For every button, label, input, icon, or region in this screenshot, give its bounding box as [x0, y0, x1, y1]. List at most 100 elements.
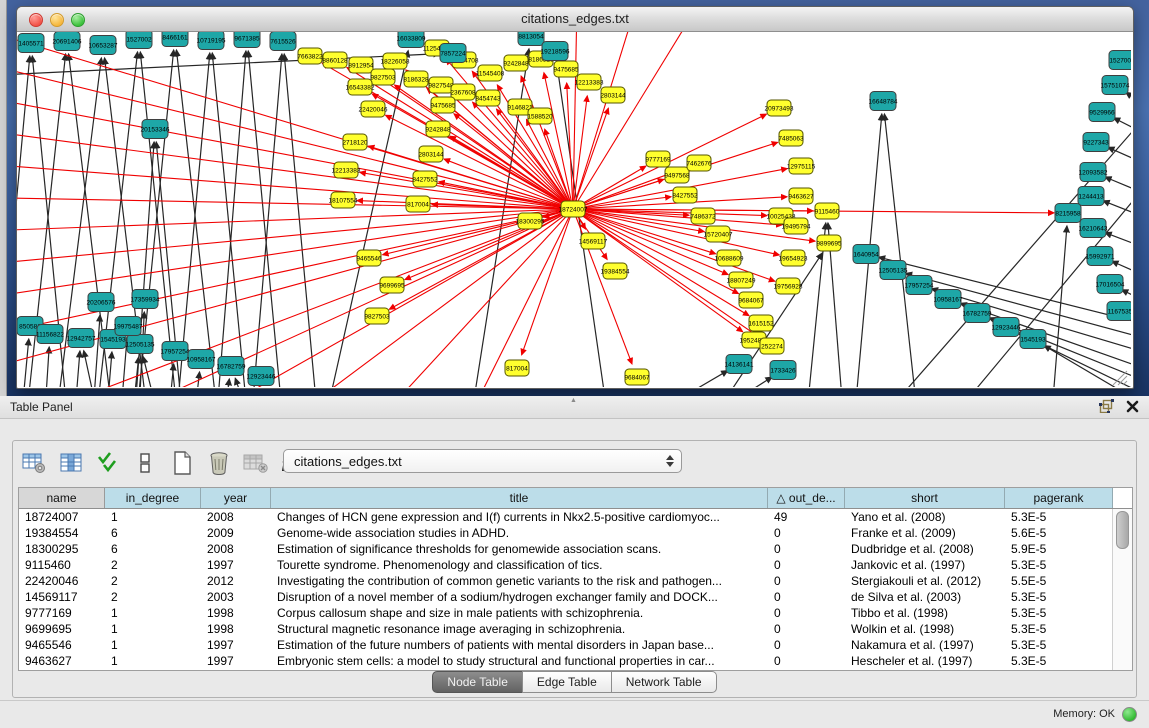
window-resize-grip[interactable]	[1113, 371, 1127, 385]
network-node[interactable]: 7486372	[690, 208, 716, 224]
network-node[interactable]: 19384554	[601, 263, 630, 279]
network-node[interactable]: 19218596	[541, 42, 570, 61]
network-node[interactable]: 8466161	[162, 32, 188, 47]
table-row[interactable]: 1938455462009Genome-wide association stu…	[19, 525, 1113, 541]
network-node[interactable]: 12505135	[126, 335, 155, 354]
network-node[interactable]: 2367608	[450, 84, 476, 100]
network-node[interactable]: 8186328	[403, 71, 429, 87]
column-header-pagerank[interactable]: pagerank	[1005, 488, 1113, 508]
network-node[interactable]: 7615526	[270, 32, 296, 51]
network-node[interactable]: 2718120	[342, 134, 368, 150]
network-node[interactable]: 7462676	[686, 155, 712, 171]
network-node[interactable]: 9777169	[645, 151, 671, 167]
table-row[interactable]: 969969511998Structural magnetic resonanc…	[19, 621, 1113, 637]
network-node[interactable]: 16210643	[1079, 219, 1108, 238]
network-node[interactable]: 9242848	[503, 55, 529, 71]
column-header-short[interactable]: short	[845, 488, 1005, 508]
column-header-name[interactable]: name	[19, 488, 105, 508]
network-node[interactable]: 20691406	[53, 32, 82, 51]
network-node[interactable]: 12213383	[332, 162, 361, 178]
network-node[interactable]: 16648784	[869, 92, 898, 111]
table-row[interactable]: 946554611997Estimation of the future num…	[19, 637, 1113, 653]
network-node[interactable]: 8215958	[1055, 204, 1081, 223]
table-row[interactable]: 2242004622012Investigating the contribut…	[19, 573, 1113, 589]
column-header-year[interactable]: year	[201, 488, 271, 508]
table-row[interactable]: 1830029562008Estimation of significance …	[19, 541, 1113, 557]
network-node[interactable]: 1405571	[18, 34, 44, 53]
network-node[interactable]: 1615152	[748, 315, 774, 331]
network-node[interactable]: 19975487	[114, 317, 143, 336]
network-node[interactable]: 17359934	[131, 290, 160, 309]
network-node[interactable]: 8813054	[518, 32, 544, 46]
network-node[interactable]: 9227343	[1083, 133, 1109, 152]
network-node[interactable]: 12213383	[575, 74, 604, 90]
tab-edge-table[interactable]: Edge Table	[522, 671, 612, 693]
network-node[interactable]: 12942757	[67, 329, 96, 348]
delete-table-icon[interactable]	[243, 450, 269, 476]
network-node[interactable]: 10688609	[715, 250, 744, 266]
float-window-icon[interactable]	[1099, 399, 1114, 418]
network-node[interactable]: 9242848	[425, 121, 451, 137]
network-node[interactable]: 14569117	[579, 233, 608, 249]
network-node[interactable]: 9497568	[664, 167, 690, 183]
network-node[interactable]: 2803144	[600, 87, 626, 103]
network-node[interactable]: 10719195	[197, 32, 226, 50]
table-row[interactable]: 911546021997Tourette syndrome. Phenomeno…	[19, 557, 1113, 573]
column-header-out_de[interactable]: △ out_de...	[768, 488, 845, 508]
network-node[interactable]: 817004	[406, 196, 430, 212]
network-node[interactable]: 1167535	[1107, 302, 1131, 321]
network-node[interactable]: 20206576	[87, 293, 116, 312]
table-row[interactable]: 977716911998Corpus callosum shape and si…	[19, 605, 1113, 621]
network-canvas[interactable]: 1872400776638228860128891295418226058982…	[17, 32, 1131, 387]
network-node[interactable]: 9475685	[430, 97, 456, 113]
network-node[interactable]: 8912954	[348, 57, 374, 73]
network-node[interactable]: 9827503	[370, 69, 396, 85]
network-node[interactable]: 20973493	[765, 100, 794, 116]
network-node[interactable]: 10958167	[187, 350, 216, 369]
network-node[interactable]: 19756928	[774, 278, 803, 294]
network-node[interactable]: 12093582	[1079, 163, 1108, 182]
network-node[interactable]: 1588520	[527, 108, 553, 124]
column-header-title[interactable]: title	[271, 488, 768, 508]
table-selector-dropdown[interactable]: citations_edges.txt	[283, 449, 682, 473]
network-node[interactable]: 9699695	[379, 277, 405, 293]
network-node[interactable]: 22420046	[359, 101, 388, 117]
network-node[interactable]: 16782759	[963, 304, 992, 323]
network-node[interactable]: 1527002	[126, 32, 152, 49]
show-columns-icon[interactable]	[58, 450, 84, 476]
network-node[interactable]: 16543382	[346, 79, 375, 95]
network-node[interactable]: 9463627	[788, 188, 814, 204]
network-node[interactable]: 9115460	[815, 203, 840, 219]
network-node[interactable]: 17016504	[1096, 275, 1125, 294]
network-view-window[interactable]: citations_edges.txt 18724007766382288601…	[16, 6, 1134, 389]
network-node[interactable]: 15992971	[1086, 247, 1115, 266]
network-node[interactable]: 1733426	[770, 361, 796, 380]
network-node[interactable]: 17957254	[905, 276, 934, 295]
clear-selection-icon[interactable]	[132, 450, 158, 476]
network-node[interactable]: 12923446	[247, 367, 276, 386]
table-row[interactable]: 1456911722003Disruption of a novel membe…	[19, 589, 1113, 605]
network-node[interactable]: 11156822	[36, 325, 64, 344]
table-settings-icon[interactable]	[21, 450, 47, 476]
network-node[interactable]: 8427552	[412, 171, 438, 187]
network-node[interactable]: 8860128	[322, 52, 348, 68]
network-node[interactable]: 14136141	[725, 355, 754, 374]
table-vertical-scrollbar[interactable]	[1112, 509, 1132, 670]
network-node[interactable]: 1545193	[1020, 330, 1046, 349]
network-node[interactable]: 11545408	[476, 65, 505, 81]
network-node[interactable]: 18807249	[727, 272, 756, 288]
network-node[interactable]: 9529966	[1089, 103, 1115, 122]
network-node[interactable]: 817004	[505, 360, 529, 376]
network-node[interactable]: 1640954	[853, 245, 879, 264]
network-node[interactable]: 15751074	[1101, 76, 1130, 95]
network-node[interactable]: 9827503	[364, 308, 390, 324]
network-node[interactable]: 17957254	[161, 342, 190, 361]
tab-network-table[interactable]: Network Table	[611, 671, 717, 693]
network-node[interactable]: 20153346	[141, 120, 170, 139]
network-node[interactable]: 1244413	[1078, 187, 1104, 206]
column-header-in_degree[interactable]: in_degree	[105, 488, 201, 508]
close-panel-icon[interactable]	[1126, 400, 1139, 418]
network-node[interactable]: 8427552	[672, 187, 698, 203]
network-node[interactable]: 18107554	[329, 192, 358, 208]
network-node[interactable]: 12975115	[787, 158, 816, 174]
